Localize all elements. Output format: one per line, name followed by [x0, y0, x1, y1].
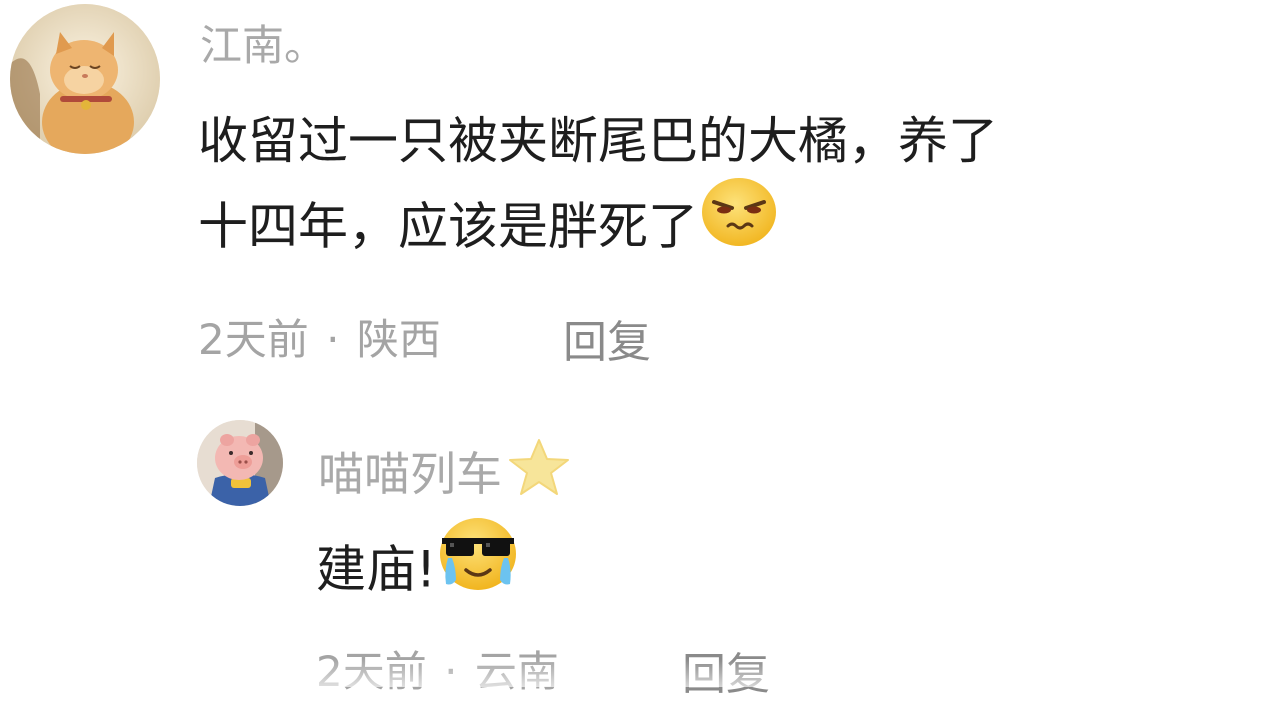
- reply-button[interactable]: 回复: [563, 306, 651, 370]
- comment-text: 建庙!: [316, 518, 520, 604]
- username[interactable]: 江南。: [200, 12, 326, 73]
- meta-separator: ·: [326, 315, 340, 364]
- timestamp: 2天前: [316, 647, 427, 696]
- avatar[interactable]: [10, 4, 160, 154]
- comment-item: 喵喵列车 建庙! 2天前 · 云南 回复: [0, 400, 1271, 700]
- location: 陕西: [356, 315, 441, 364]
- orange-cat-icon: [10, 4, 160, 154]
- comment-text-line: 十四年，应该是胖死了: [198, 197, 698, 256]
- comment-text-line-wrap: 十四年，应该是胖死了: [198, 178, 1258, 264]
- smirk-face-icon: [700, 176, 778, 272]
- comment-item: 江南。 收留过一只被夹断尾巴的大橘，养了 十四年，应该是胖死了 2天前 · 陕西…: [0, 0, 1271, 390]
- sunglasses-crying-icon: [436, 514, 520, 616]
- comment-text-content: 建庙!: [316, 540, 437, 599]
- comment-text-line: 收留过一只被夹断尾巴的大橘，养了: [198, 112, 998, 170]
- reply-button[interactable]: 回复: [682, 638, 770, 702]
- username-text: 喵喵列车: [318, 447, 502, 501]
- pink-pig-plush-icon: [197, 420, 283, 506]
- avatar[interactable]: [197, 420, 283, 506]
- comment-text: 收留过一只被夹断尾巴的大橘，养了 十四年，应该是胖死了: [198, 100, 1258, 264]
- comment-meta: 2天前 · 陕西: [198, 306, 441, 367]
- location: 云南: [474, 647, 559, 696]
- username[interactable]: 喵喵列车: [318, 438, 572, 514]
- timestamp: 2天前: [198, 315, 309, 364]
- comment-meta: 2天前 · 云南: [316, 638, 559, 699]
- star-icon: [506, 437, 572, 510]
- meta-separator: ·: [444, 647, 458, 696]
